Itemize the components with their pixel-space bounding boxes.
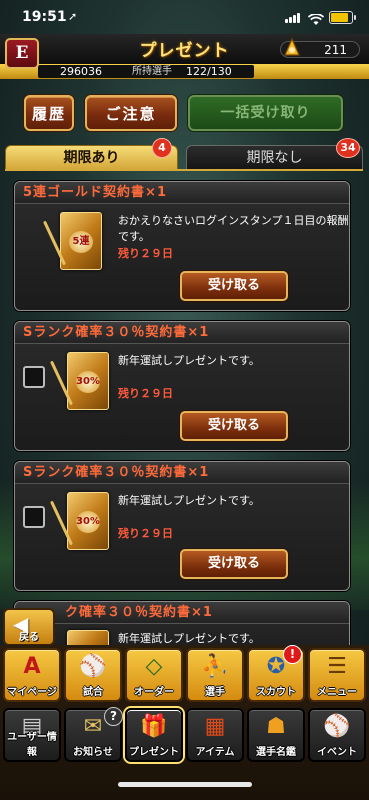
cell-signal-icon bbox=[285, 13, 301, 23]
nav-event[interactable]: ⚾ イベント bbox=[308, 708, 366, 762]
players-count: 122/130 bbox=[186, 65, 232, 78]
nav-player-directory[interactable]: ☗ 選手名鑑 bbox=[247, 708, 305, 762]
receive-all-button[interactable]: 一括受け取り bbox=[188, 95, 343, 131]
present-item-message: おかえりなさいログインスタンプ１日目の報酬です。 bbox=[118, 214, 349, 243]
nav-label: 選手名鑑 bbox=[256, 747, 296, 758]
wifi-icon bbox=[307, 11, 325, 25]
tab-underline bbox=[5, 169, 363, 171]
nav-label: オーダー bbox=[134, 687, 174, 698]
nav-label: メニュー bbox=[317, 687, 357, 698]
event-icon: ⚾ bbox=[323, 714, 351, 739]
present-item-title: Sランク確率３０％契約書×1 bbox=[15, 322, 349, 344]
present-item-message: 新年運試しプレゼントです。 bbox=[118, 494, 260, 507]
caution-button[interactable]: ご注意 bbox=[85, 95, 177, 131]
menu-robot-icon: ☰ bbox=[327, 654, 347, 679]
nav-label: イベント bbox=[317, 747, 357, 758]
nav-row-main: A マイページ ⚾ 試合 ◇ オーダー ⛹ 選手 ✪ スカウト ! ☰ メニュー bbox=[0, 645, 369, 703]
s-rank-contract-ticket-icon: 30% bbox=[49, 352, 109, 410]
team-logo[interactable]: E bbox=[5, 38, 39, 69]
present-item-title: 5連ゴールド契約書×1 bbox=[15, 182, 349, 204]
nav-item[interactable]: ▦ アイテム bbox=[186, 708, 244, 762]
receive-button[interactable]: 受け取る bbox=[180, 411, 288, 441]
nav-label: スカウト bbox=[256, 687, 296, 698]
receive-button[interactable]: 受け取る bbox=[180, 271, 288, 301]
news-help-badge: ? bbox=[104, 707, 123, 726]
player-directory-icon: ☗ bbox=[266, 714, 286, 739]
status-bar: 19:51 ➚ bbox=[0, 0, 369, 34]
select-checkbox[interactable] bbox=[23, 506, 45, 528]
nav-menu[interactable]: ☰ メニュー bbox=[308, 648, 366, 702]
nav-order[interactable]: ◇ オーダー bbox=[125, 648, 183, 702]
present-item-title: Sランク確率３０％契約書×1 bbox=[15, 462, 349, 484]
ticket-label: 5連 bbox=[69, 231, 93, 253]
nav-label: 選手 bbox=[205, 687, 225, 698]
nav-user-info[interactable]: ▤ ユーザー情報 bbox=[3, 708, 61, 762]
receive-button[interactable]: 受け取る bbox=[180, 549, 288, 579]
home-indicator bbox=[118, 782, 252, 787]
order-field-icon: ◇ bbox=[145, 654, 163, 679]
players-label: 所持選手 bbox=[132, 66, 172, 77]
ticket-label: 30% bbox=[76, 511, 100, 533]
nav-players[interactable]: ⛹ 選手 bbox=[186, 648, 244, 702]
item-icon: ▦ bbox=[204, 714, 226, 739]
ticket-label: 30% bbox=[76, 371, 100, 393]
stadium-icon: ⚾ bbox=[79, 654, 107, 679]
tab-no-expiry-badge: 34 bbox=[336, 138, 360, 158]
nav-label: ユーザー情報 bbox=[7, 732, 57, 758]
present-item-remaining: 残り２９日 bbox=[118, 527, 173, 540]
gold-contract-ticket-icon: 5連 bbox=[42, 212, 102, 270]
nav-present[interactable]: 🎁 プレゼント bbox=[125, 708, 183, 762]
present-item-message: 新年運試しプレゼントです。 bbox=[118, 632, 260, 645]
nav-row-secondary: ▤ ユーザー情報 ✉ お知らせ ? 🎁 プレゼント ▦ アイテム ☗ 選手名鑑 … bbox=[0, 705, 369, 765]
back-button[interactable]: ◀ 戻る bbox=[3, 608, 55, 646]
nav-label: マイページ bbox=[7, 687, 57, 698]
present-item-remaining: 残り２９日 bbox=[118, 247, 173, 260]
s-rank-contract-ticket-icon: 30% bbox=[49, 492, 109, 550]
nav-label: 試合 bbox=[83, 687, 103, 698]
present-item: Sランク確率３０％契約書×1 30% 新年運試しプレゼントです。 残り２９日 受… bbox=[14, 461, 350, 591]
clock: 19:51 bbox=[22, 9, 67, 25]
present-icon: 🎁 bbox=[140, 714, 168, 739]
present-item-remaining: 残り２９日 bbox=[118, 387, 173, 400]
present-item: Sランク確率３０％契約書×1 30% 新年運試しプレゼントです。 残り２９日 受… bbox=[14, 321, 350, 451]
nav-game[interactable]: ⚾ 試合 bbox=[64, 648, 122, 702]
nav-label: アイテム bbox=[195, 747, 235, 758]
mypage-icon: A bbox=[23, 654, 41, 679]
back-label: 戻る bbox=[19, 632, 39, 643]
present-item: 5連ゴールド契約書×1 5連 おかえりなさいログインスタンプ１日目の報酬です。 … bbox=[14, 181, 350, 311]
select-checkbox[interactable] bbox=[23, 366, 45, 388]
scout-alert-badge: ! bbox=[283, 645, 302, 664]
player-icon: ⛹ bbox=[201, 654, 229, 679]
tab-with-expiry-badge: 4 bbox=[152, 138, 172, 158]
history-button[interactable]: 履歴 bbox=[24, 95, 74, 131]
coin-icon bbox=[282, 37, 302, 59]
present-item-title: ク確率３０％契約書×1 bbox=[15, 602, 349, 624]
nav-mypage[interactable]: A マイページ bbox=[3, 648, 61, 702]
battery-icon bbox=[329, 11, 356, 24]
user-id: 296036 bbox=[60, 65, 102, 78]
user-summary: 296036 所持選手 122/130 bbox=[38, 65, 254, 78]
present-item-message: 新年運試しプレゼントです。 bbox=[118, 354, 260, 367]
nav-label: プレゼント bbox=[129, 747, 179, 758]
nav-label: お知らせ bbox=[73, 747, 113, 758]
location-icon: ➚ bbox=[68, 10, 78, 23]
